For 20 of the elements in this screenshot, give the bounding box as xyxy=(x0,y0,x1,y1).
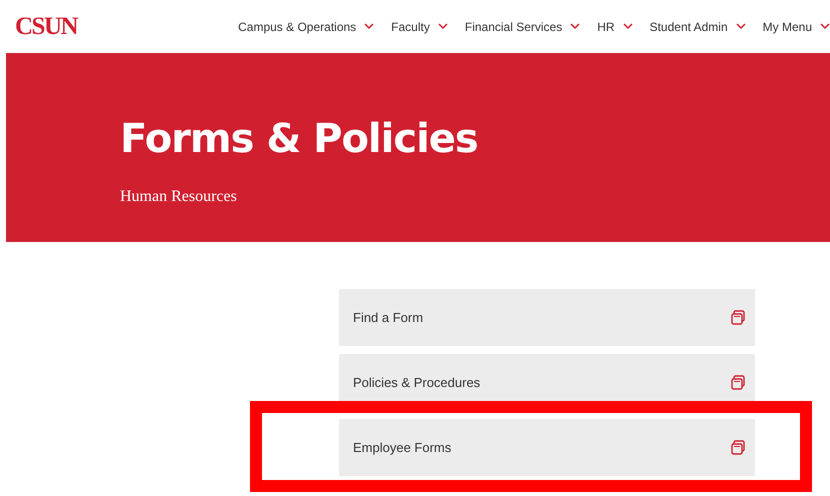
chevron-down-icon xyxy=(820,23,830,30)
chevron-down-icon xyxy=(364,23,374,30)
documents-icon xyxy=(731,310,745,325)
nav-menu-item[interactable]: Campus & Operations xyxy=(238,20,374,34)
nav-menu-item[interactable]: Student Admin xyxy=(650,20,746,34)
chevron-down-icon xyxy=(570,23,580,30)
link-item[interactable]: Find a Form xyxy=(339,289,755,346)
nav-menu-item[interactable]: Financial Services xyxy=(464,20,580,34)
nav-menu-item[interactable]: HR xyxy=(597,20,633,34)
documents-icon xyxy=(731,440,745,455)
nav-menu-item[interactable]: My Menu xyxy=(762,20,830,34)
page-subtitle: Human Resources xyxy=(120,188,238,206)
nav-menu-item[interactable]: Faculty xyxy=(391,20,448,34)
link-item[interactable]: Employee Forms xyxy=(339,419,755,476)
chevron-down-icon xyxy=(438,23,448,30)
chevron-down-icon xyxy=(622,23,633,30)
logo[interactable]: CSUN xyxy=(15,12,78,40)
page-title: Forms & Policies xyxy=(120,119,479,159)
documents-icon xyxy=(731,375,745,390)
chevron-down-icon xyxy=(736,23,746,30)
